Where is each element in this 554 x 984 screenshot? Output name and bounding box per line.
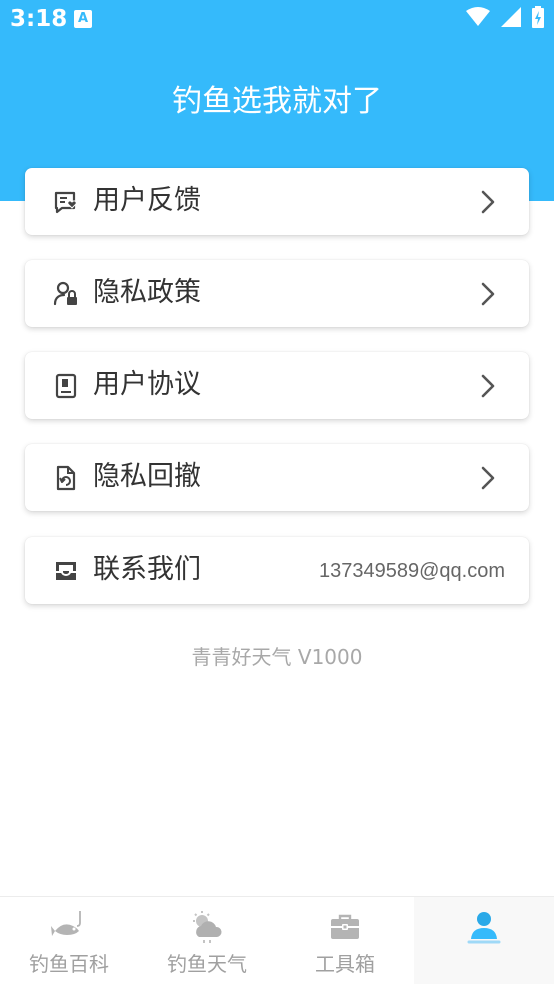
version-text: 青青好天气 V1000 xyxy=(191,645,363,669)
feedback-item[interactable]: 用户反馈 xyxy=(25,168,529,235)
chevron-right-icon xyxy=(481,282,495,306)
nav-item-fishing-weather[interactable]: 钓鱼天气 xyxy=(138,897,276,984)
user-agreement-label: 用户协议 xyxy=(93,369,201,400)
privacy-revoke-item[interactable]: 隐私回撤 xyxy=(25,444,529,511)
contact-us-label: 联系我们 xyxy=(93,554,201,585)
chevron-right-icon xyxy=(481,466,495,490)
contact-us-item[interactable]: 联系我们 137349589@qq.com xyxy=(25,537,529,604)
battery-charging-icon xyxy=(532,6,544,28)
bottom-nav: 钓鱼百科 钓鱼天气 工具箱 xyxy=(0,896,554,984)
weather-icon xyxy=(193,911,222,943)
feedback-label: 用户反馈 xyxy=(93,185,201,216)
privacy-policy-label: 隐私政策 xyxy=(93,277,201,308)
feedback-icon xyxy=(54,191,77,214)
nav-item-toolbox[interactable]: 工具箱 xyxy=(276,897,414,984)
notification-icon: A xyxy=(74,10,92,28)
user-agreement-item[interactable]: 用户协议 xyxy=(25,352,529,419)
fishing-icon xyxy=(51,911,81,936)
chevron-right-icon xyxy=(481,190,495,214)
user-lock-icon xyxy=(53,281,77,306)
contact-email[interactable]: 137349589@qq.com xyxy=(319,556,505,586)
status-time: 3:18 xyxy=(10,6,68,32)
nav-label: 工具箱 xyxy=(315,952,375,976)
chevron-right-icon xyxy=(481,374,495,398)
nav-item-fishing-wiki[interactable]: 钓鱼百科 xyxy=(0,897,138,984)
inbox-icon xyxy=(56,562,76,580)
toolbox-icon xyxy=(331,914,359,939)
profile-icon xyxy=(467,912,501,944)
nav-label: 钓鱼天气 xyxy=(167,952,247,976)
page-title: 钓鱼选我就对了 xyxy=(172,84,382,119)
nav-label: 钓鱼百科 xyxy=(29,952,109,976)
wifi-icon xyxy=(465,7,490,26)
agreement-book-icon xyxy=(55,373,77,399)
signal-icon xyxy=(500,7,521,27)
privacy-policy-item[interactable]: 隐私政策 xyxy=(25,260,529,327)
nav-item-profile[interactable] xyxy=(414,897,554,984)
status-icons xyxy=(460,6,544,32)
document-revoke-icon xyxy=(56,465,76,491)
privacy-revoke-label: 隐私回撤 xyxy=(93,461,201,492)
status-bar: 3:18 A xyxy=(0,0,554,38)
